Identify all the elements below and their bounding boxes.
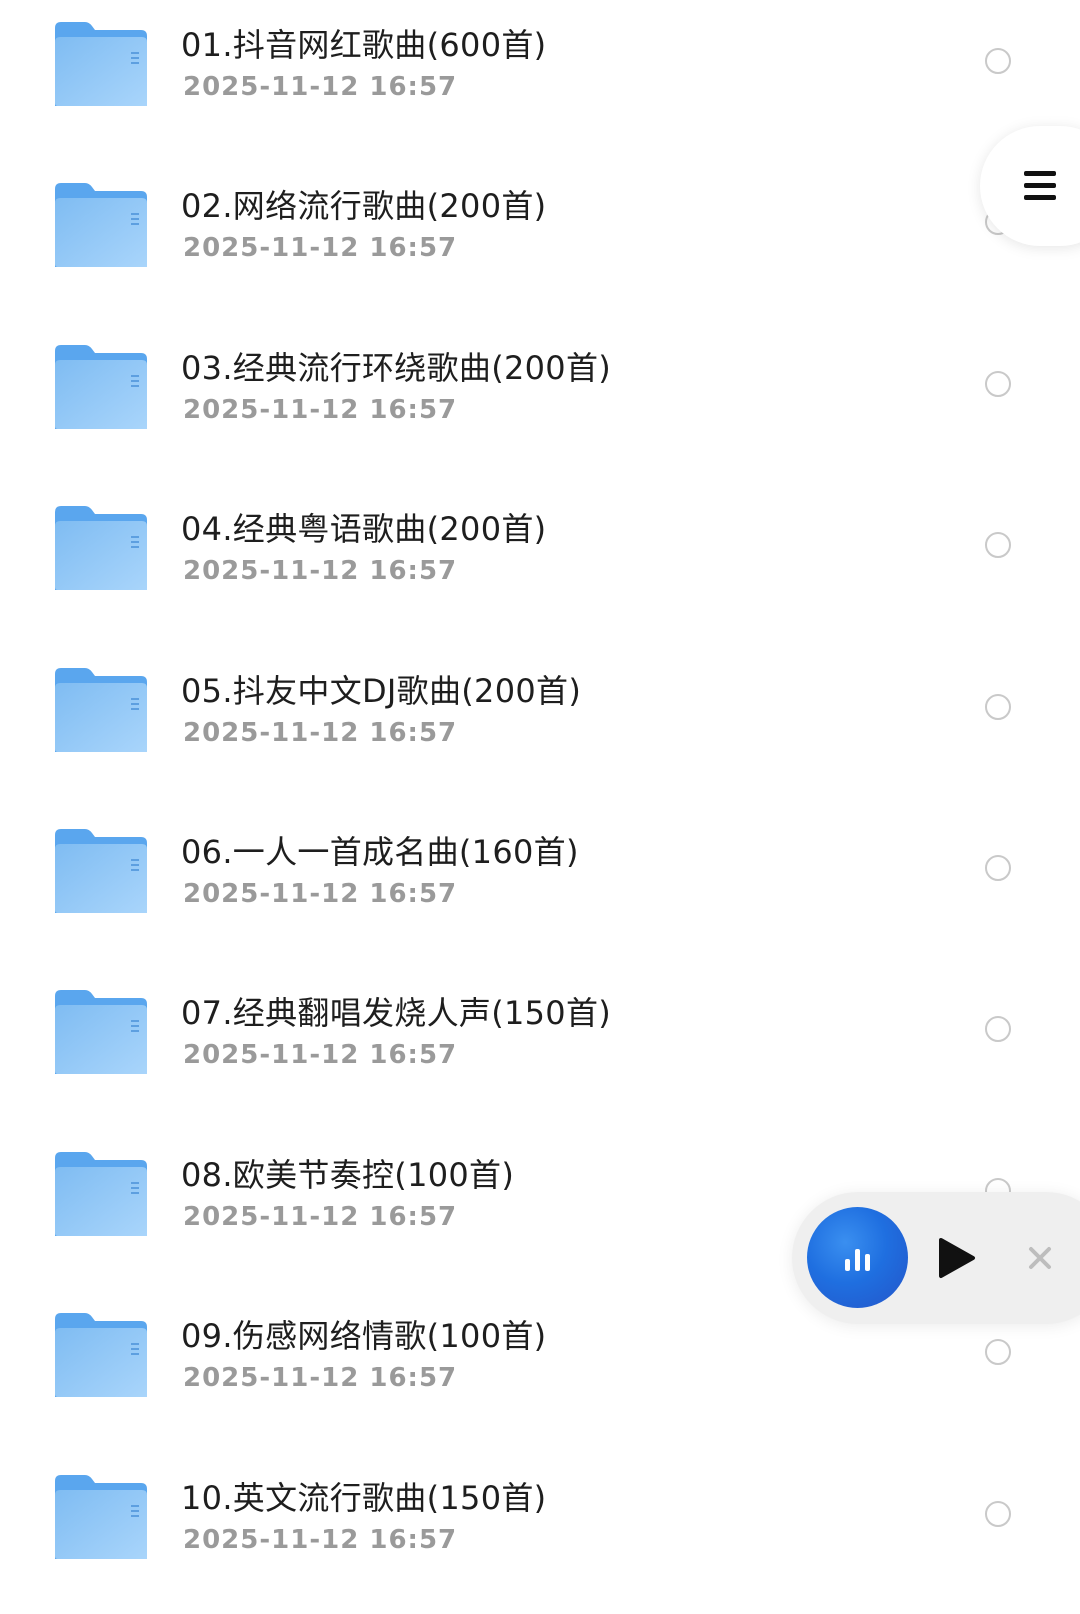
folder-icon [55,990,147,1075]
folder-icon [55,183,147,268]
folder-date: 2025-11-12 16:57 [183,233,458,264]
play-icon[interactable] [937,1236,977,1280]
folder-row[interactable]: 05.抖友中文DJ歌曲(200首) 2025-11-12 16:57 [0,646,1080,807]
folder-date: 2025-11-12 16:57 [183,394,458,425]
folder-icon [55,506,147,591]
folder-name: 06.一人一首成名曲(160首) [181,833,579,871]
folder-icon [55,344,147,429]
folder-name: 07.经典翻唱发烧人声(150首) [181,994,612,1033]
folder-date: 2025-11-12 16:57 [183,1040,458,1071]
folder-date: 2025-11-12 16:57 [183,1201,458,1232]
folder-icon [55,667,147,752]
folder-icon [55,829,147,913]
close-icon[interactable] [1028,1246,1052,1270]
now-playing-disc[interactable] [807,1207,908,1308]
select-radio[interactable] [985,532,1011,559]
folder-name: 02.网络流行歌曲(200首) [181,187,547,226]
folder-date: 2025-11-12 16:57 [183,556,458,587]
folder-row[interactable]: 06.一人一首成名曲(160首) 2025-11-12 16:57 [0,807,1080,968]
folder-date: 2025-11-12 16:57 [183,72,458,102]
folder-row[interactable]: 03.经典流行环绕歌曲(200首) 2025-11-12 16:57 [0,323,1080,484]
select-radio[interactable] [985,1016,1011,1043]
select-radio[interactable] [985,48,1011,74]
select-radio[interactable] [985,1500,1011,1527]
select-radio[interactable] [985,855,1011,881]
folder-row[interactable]: 04.经典粤语歌曲(200首) 2025-11-12 16:57 [0,484,1080,645]
equalizer-bars-icon [845,1245,871,1271]
folder-date: 2025-11-12 16:57 [183,1524,458,1555]
folder-name: 04.经典粤语歌曲(200首) [181,510,547,549]
select-radio[interactable] [985,370,1011,397]
folder-date: 2025-11-12 16:57 [183,1363,458,1394]
folder-icon [55,1474,147,1559]
select-radio[interactable] [985,693,1011,720]
folder-name: 08.欧美节奏控(100首) [181,1155,515,1194]
folder-name: 01.抖音网红歌曲(600首) [181,26,547,64]
folder-name: 03.经典流行环绕歌曲(200首) [181,348,612,387]
folder-icon [55,22,147,106]
folder-name: 05.抖友中文DJ歌曲(200首) [181,671,582,710]
folder-icon [55,1313,147,1398]
folder-row[interactable]: 07.经典翻唱发烧人声(150首) 2025-11-12 16:57 [0,968,1080,1129]
folder-date: 2025-11-12 16:57 [183,879,458,909]
folder-row[interactable]: 10.英文流行歌曲(150首) 2025-11-12 16:57 [0,1453,1080,1614]
hamburger-menu-icon [1024,171,1056,201]
folder-name: 09.伤感网络情歌(100首) [181,1317,547,1356]
mini-player [792,1192,1080,1324]
folder-row[interactable]: 01.抖音网红歌曲(600首) 2025-11-12 16:57 [0,0,1080,161]
select-radio[interactable] [985,1339,1011,1366]
folder-date: 2025-11-12 16:57 [183,717,458,748]
folder-name: 10.英文流行歌曲(150首) [181,1478,547,1517]
folder-icon [55,1151,147,1236]
folder-row[interactable]: 02.网络流行歌曲(200首) 2025-11-12 16:57 [0,161,1080,322]
